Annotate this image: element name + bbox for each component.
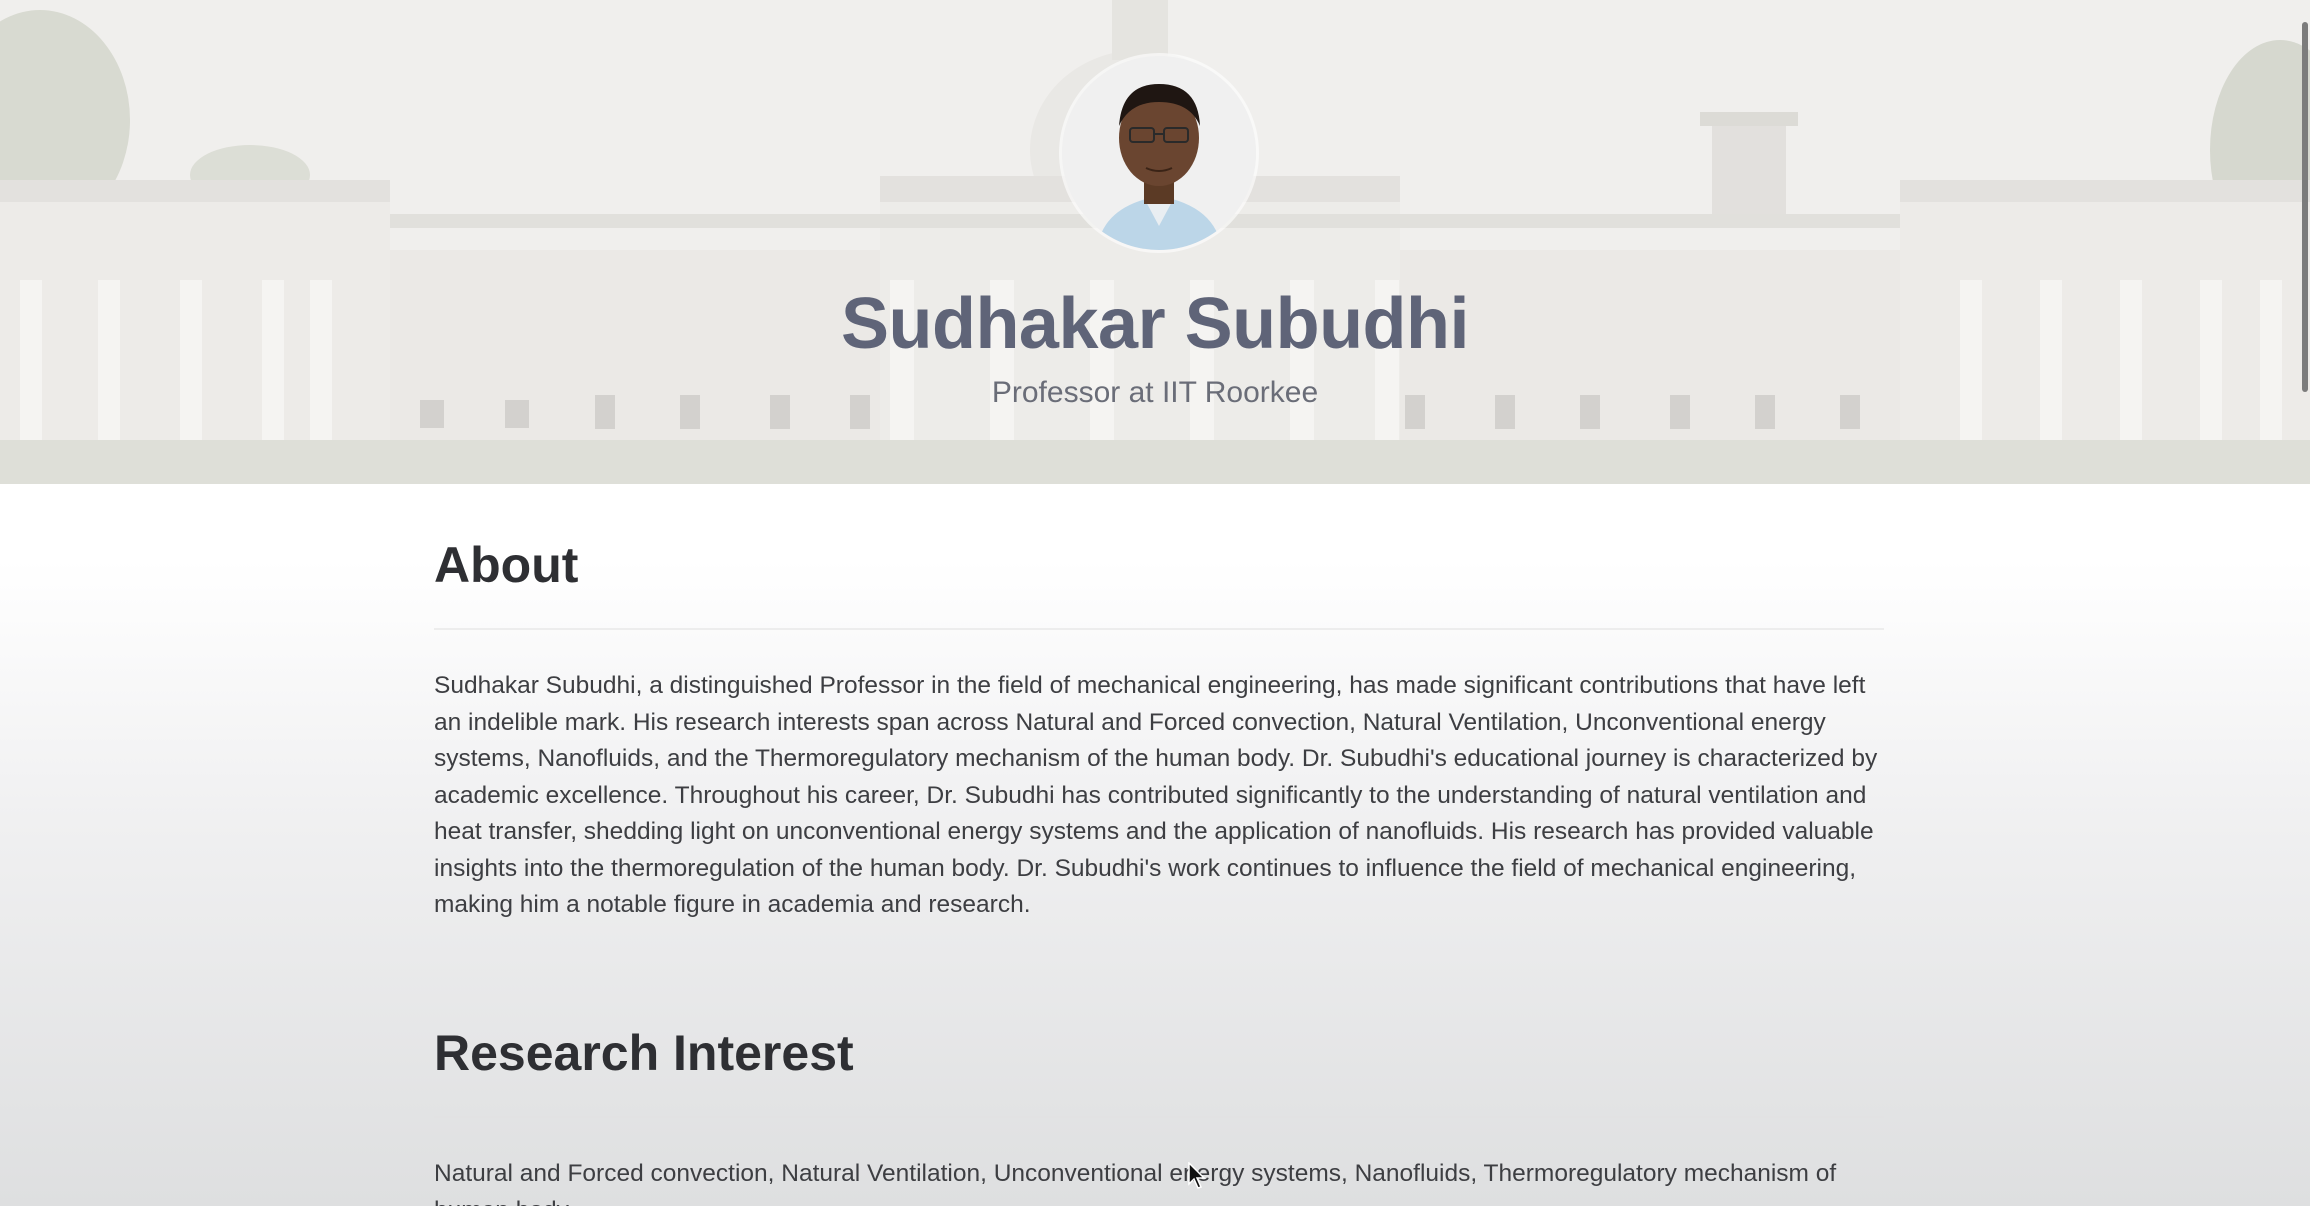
research-interest-heading: Research Interest bbox=[434, 1025, 854, 1081]
about-text: Sudhakar Subudhi, a distinguished Profes… bbox=[434, 672, 1878, 918]
mouse-pointer-icon bbox=[1188, 1162, 1206, 1189]
about-divider bbox=[434, 628, 1884, 630]
profile-photo bbox=[1062, 56, 1256, 250]
research-interest-text: Natural and Forced convection, Natural V… bbox=[434, 1160, 1837, 1206]
hero-banner: Sudhakar Subudhi Professor at IIT Roorke… bbox=[0, 0, 2310, 484]
about-heading: About bbox=[434, 537, 579, 593]
profile-avatar bbox=[1062, 56, 1256, 250]
profile-name: Sudhakar Subudhi bbox=[840, 284, 1470, 364]
page-scrollbar[interactable] bbox=[2300, 0, 2310, 1206]
research-divider bbox=[434, 1116, 1884, 1118]
profile-page: Sudhakar Subudhi Professor at IIT Roorke… bbox=[0, 0, 2310, 1206]
profile-subtitle: Professor at IIT Roorkee bbox=[991, 376, 1319, 409]
scrollbar-thumb[interactable] bbox=[2302, 22, 2308, 392]
